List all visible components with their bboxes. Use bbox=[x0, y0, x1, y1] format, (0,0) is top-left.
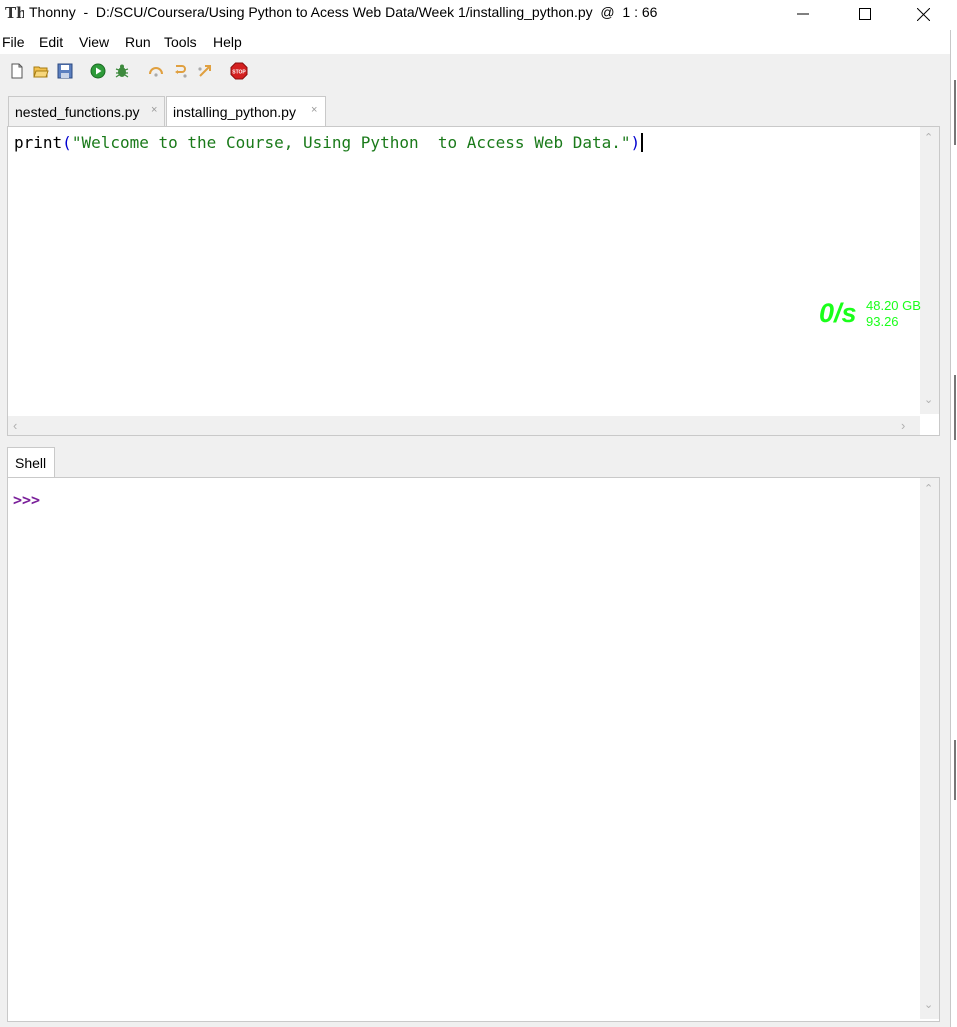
editor-horizontal-scrollbar[interactable]: ‹ › bbox=[8, 416, 920, 435]
code-function: print bbox=[14, 133, 63, 152]
edge-marker bbox=[954, 375, 956, 440]
open-file-icon[interactable] bbox=[33, 63, 49, 79]
scroll-up-icon[interactable]: ⌃ bbox=[924, 131, 933, 144]
run-icon[interactable] bbox=[90, 63, 106, 79]
close-button[interactable] bbox=[900, 0, 946, 28]
scroll-down-icon[interactable]: ⌄ bbox=[924, 393, 933, 406]
tab-close-icon[interactable]: × bbox=[311, 104, 317, 116]
code-string-literal: "Welcome to the Course, Using Python to … bbox=[71, 133, 631, 152]
menu-edit[interactable]: Edit bbox=[39, 34, 63, 50]
debug-icon[interactable] bbox=[114, 63, 130, 79]
scroll-down-icon[interactable]: ⌄ bbox=[924, 998, 933, 1011]
minimize-button[interactable] bbox=[780, 0, 826, 28]
menu-view[interactable]: View bbox=[79, 34, 109, 50]
shell-panel[interactable]: >>> ⌃ ⌄ bbox=[7, 477, 940, 1022]
stop-icon[interactable]: STOP bbox=[230, 62, 248, 80]
network-speed-value: 0/s bbox=[819, 298, 857, 328]
window-title: Thonny - D:/SCU/Coursera/Using Python to… bbox=[29, 4, 658, 20]
code-open-paren: ( bbox=[62, 133, 72, 152]
shell-prompt: >>> bbox=[13, 491, 41, 509]
new-file-icon[interactable] bbox=[9, 63, 25, 79]
menu-run[interactable]: Run bbox=[125, 34, 151, 50]
menu-tools[interactable]: Tools bbox=[164, 34, 197, 50]
code-line-1[interactable]: print("Welcome to the Course, Using Pyth… bbox=[14, 133, 644, 152]
svg-text:STOP: STOP bbox=[232, 70, 246, 76]
shell-tab-label: Shell bbox=[15, 455, 47, 471]
scroll-right-icon[interactable]: › bbox=[901, 418, 905, 433]
code-editor[interactable]: print("Welcome to the Course, Using Pyth… bbox=[7, 126, 940, 436]
close-icon bbox=[916, 7, 930, 21]
editor-vertical-scrollbar[interactable]: ⌃ ⌄ bbox=[920, 127, 939, 414]
text-cursor bbox=[641, 133, 644, 152]
scroll-left-icon[interactable]: ‹ bbox=[13, 418, 17, 433]
minimize-icon bbox=[797, 13, 809, 15]
edge-marker bbox=[954, 740, 956, 800]
menu-bar: File Edit View Run Tools Help bbox=[0, 30, 950, 54]
title-bar: Th Thonny - D:/SCU/Coursera/Using Python… bbox=[0, 0, 957, 30]
step-into-icon[interactable] bbox=[173, 63, 189, 79]
save-icon[interactable] bbox=[57, 63, 73, 79]
svg-text:Th: Th bbox=[5, 4, 24, 22]
network-stat-line-1: 48.20 GB bbox=[866, 298, 921, 313]
thonny-logo-icon: Th bbox=[5, 4, 24, 22]
shell-vertical-scrollbar[interactable]: ⌃ ⌄ bbox=[920, 478, 939, 1019]
tab-installing-python[interactable]: installing_python.py × bbox=[166, 96, 326, 127]
step-over-icon[interactable] bbox=[148, 63, 164, 79]
tab-label: installing_python.py bbox=[173, 104, 296, 120]
tab-shell[interactable]: Shell bbox=[7, 447, 55, 478]
network-stat-line-2: 93.26 bbox=[866, 314, 899, 329]
right-edge-strip bbox=[950, 30, 957, 1027]
code-close-paren: ) bbox=[630, 133, 641, 152]
scroll-up-icon[interactable]: ⌃ bbox=[924, 482, 933, 495]
maximize-button[interactable] bbox=[842, 0, 888, 28]
edge-marker bbox=[954, 80, 956, 145]
maximize-icon bbox=[859, 8, 871, 20]
tab-nested-functions[interactable]: nested_functions.py × bbox=[8, 96, 165, 126]
menu-file[interactable]: File bbox=[2, 34, 25, 50]
tab-label: nested_functions.py bbox=[15, 104, 140, 120]
tab-close-icon[interactable]: × bbox=[151, 104, 157, 116]
menu-help[interactable]: Help bbox=[213, 34, 242, 50]
step-out-icon[interactable] bbox=[197, 63, 213, 79]
editor-tab-strip: nested_functions.py × installing_python.… bbox=[0, 96, 950, 127]
toolbar bbox=[0, 54, 950, 92]
